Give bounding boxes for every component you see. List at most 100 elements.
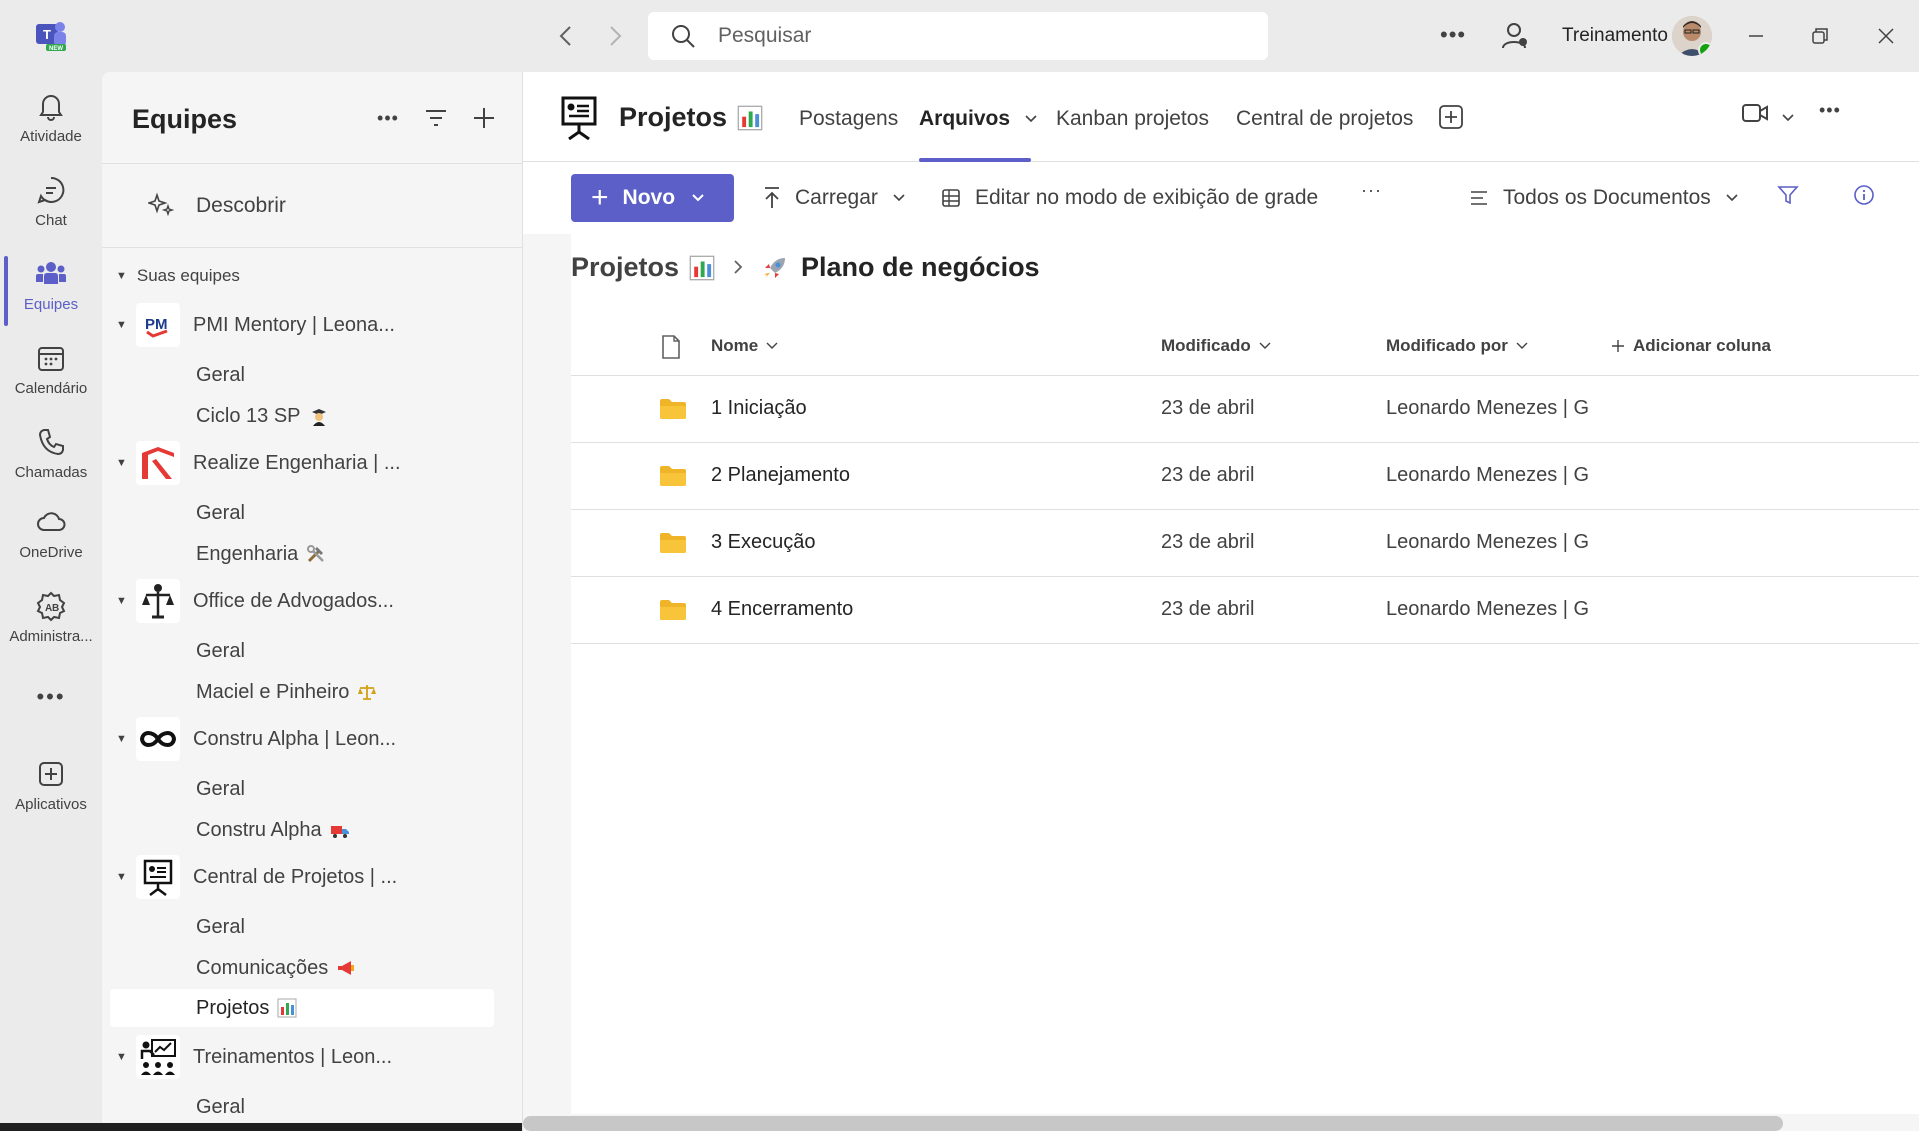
info-button[interactable] [1853, 184, 1875, 206]
column-header-name[interactable]: Nome [711, 336, 778, 356]
view-selector[interactable]: Todos os Documentos [1469, 186, 1739, 210]
column-header-modified[interactable]: Modificado [1161, 336, 1271, 356]
rail-onedrive[interactable]: OneDrive [0, 496, 102, 576]
chat-icon [37, 176, 65, 204]
table-row[interactable]: 4 Encerramento 23 de abril Leonardo Mene… [571, 577, 1919, 644]
add-tab-icon[interactable] [1438, 104, 1464, 130]
folder-icon [660, 600, 686, 620]
file-modified: 23 de abril [1161, 531, 1255, 553]
upload-button[interactable]: Carregar [763, 186, 906, 210]
taskbar-edge [0, 1123, 522, 1131]
search-input[interactable]: Pesquisar [648, 12, 1268, 60]
team-constru-alpha[interactable]: ▼ Constru Alpha | Leon... [102, 717, 522, 761]
file-name[interactable]: 2 Planejamento [711, 464, 850, 487]
org-person-icon[interactable] [1500, 20, 1530, 52]
column-header-modified-by[interactable]: Modificado por [1386, 336, 1528, 356]
channel-geral[interactable]: Geral [102, 1088, 522, 1126]
rail-apps[interactable]: Aplicativos [0, 748, 102, 828]
channel-ciclo-13-sp[interactable]: Ciclo 13 SP [102, 397, 522, 435]
channel-geral[interactable]: Geral [102, 494, 522, 532]
chevron-down-icon [1726, 194, 1738, 202]
close-window-button[interactable] [1866, 18, 1906, 54]
team-central-de-projetos[interactable]: ▼ Central de Projetos | ... [102, 855, 522, 899]
tab-central-de-projetos[interactable]: Central de projetos [1236, 107, 1413, 131]
channel-name: Comunicações [196, 956, 329, 979]
file-modified-by: Leonardo Menezes | G [1386, 598, 1590, 620]
rail-admin[interactable]: AB Administra... [0, 580, 102, 660]
rail-calendar[interactable]: Calendário [0, 332, 102, 412]
section-label: Suas equipes [136, 266, 240, 285]
filter-button[interactable] [1777, 184, 1799, 206]
forward-arrow-icon[interactable] [601, 22, 629, 50]
table-row[interactable]: 2 Planejamento 23 de abril Leonardo Mene… [571, 443, 1919, 510]
team-name: Central de Projetos | ... [193, 865, 398, 888]
upload-label: Carregar [795, 186, 878, 209]
file-name[interactable]: 3 Execução [711, 531, 816, 554]
rail-chat[interactable]: Chat [0, 164, 102, 244]
edit-grid-view-button[interactable]: Editar no modo de exibição de grade [941, 186, 1318, 210]
add-column-button[interactable]: Adicionar coluna [1611, 336, 1771, 356]
tab-postagens[interactable]: Postagens [799, 107, 898, 131]
channel-geral[interactable]: Geral [102, 356, 522, 394]
team-treinamentos[interactable]: ▼ Treinamentos | Leon... [102, 1035, 522, 1079]
team-logo-training-icon [136, 1035, 180, 1079]
caret-down-icon: ▼ [116, 733, 127, 745]
restore-button[interactable] [1800, 18, 1840, 54]
more-options-button[interactable]: ••• [370, 100, 406, 136]
add-team-button[interactable] [466, 100, 502, 136]
minimize-button[interactable] [1736, 18, 1776, 54]
channel-constru-alpha[interactable]: Constru Alpha [102, 811, 522, 849]
filter-funnel-icon [1777, 186, 1799, 205]
chevron-down-icon [692, 194, 704, 202]
channel-label: Maciel e Pinheiro [196, 681, 377, 704]
table-row[interactable]: 3 Execução 23 de abril Leonardo Menezes … [571, 510, 1919, 577]
channel-geral[interactable]: Geral [102, 770, 522, 808]
rail-teams[interactable]: Equipes [0, 248, 102, 328]
avatar[interactable] [1672, 16, 1712, 56]
caret-down-icon: ▼ [116, 270, 127, 282]
meet-video-button[interactable] [1741, 102, 1769, 129]
rail-more-button[interactable]: ••• [0, 672, 102, 712]
team-pmi-mentory[interactable]: ▼ PM PMI Mentory | Leona... [102, 303, 522, 347]
rail-calls[interactable]: Chamadas [0, 416, 102, 496]
channel-name: Ciclo 13 SP [196, 404, 301, 427]
discover-button[interactable]: Descobrir [102, 164, 522, 248]
rail-activity[interactable]: Atividade [0, 80, 102, 160]
team-name: Office de Advogados... [193, 589, 394, 612]
channel-geral[interactable]: Geral [102, 632, 522, 670]
phone-icon [38, 429, 64, 456]
team-office-advogados[interactable]: ▼ Office de Advogados... [102, 579, 522, 623]
table-row[interactable]: 1 Iniciação 23 de abril Leonardo Menezes… [571, 376, 1919, 443]
file-modified: 23 de abril [1161, 598, 1255, 620]
channel-more-button[interactable]: ••• [1819, 100, 1841, 121]
plus-icon: + [591, 181, 609, 214]
rail-label: Atividade [20, 128, 82, 145]
tab-kanban-projetos[interactable]: Kanban projetos [1056, 107, 1209, 131]
breadcrumb-root[interactable]: Projetos [571, 252, 679, 283]
file-modified-by: Leonardo Menezes | G [1386, 397, 1590, 419]
channel-maciel-pinheiro[interactable]: Maciel e Pinheiro [102, 673, 522, 711]
chevron-down-icon [766, 342, 778, 349]
caret-down-icon: ▼ [116, 871, 127, 883]
team-realize-engenharia[interactable]: ▼ Realize Engenharia | ... [102, 441, 522, 485]
channel-engenharia[interactable]: Engenharia [102, 535, 522, 573]
file-name[interactable]: 1 Iniciação [711, 397, 807, 420]
channel-label: Engenharia [196, 543, 326, 566]
meet-options-chevron[interactable] [1781, 110, 1795, 128]
new-button[interactable]: + Novo [571, 174, 734, 222]
more-options-button[interactable]: ••• [1440, 22, 1466, 48]
filter-button[interactable] [418, 100, 454, 136]
user-name: Treinamento [1562, 25, 1668, 46]
channel-name: Geral [196, 363, 245, 386]
file-type-icon[interactable] [661, 334, 681, 360]
horizontal-scrollbar[interactable] [523, 1116, 1783, 1131]
section-your-teams[interactable]: ▼ Suas equipes [116, 266, 240, 286]
channel-comunicacoes[interactable]: Comunicações [102, 949, 522, 987]
channel-projetos-selected[interactable]: Projetos [110, 989, 494, 1027]
toolbar-more-button[interactable]: ··· [1361, 180, 1382, 201]
back-arrow-icon[interactable] [552, 22, 580, 50]
channel-geral[interactable]: Geral [102, 908, 522, 946]
apps-icon [39, 762, 63, 786]
file-name[interactable]: 4 Encerramento [711, 598, 853, 621]
tab-arquivos[interactable]: Arquivos [919, 107, 1038, 131]
